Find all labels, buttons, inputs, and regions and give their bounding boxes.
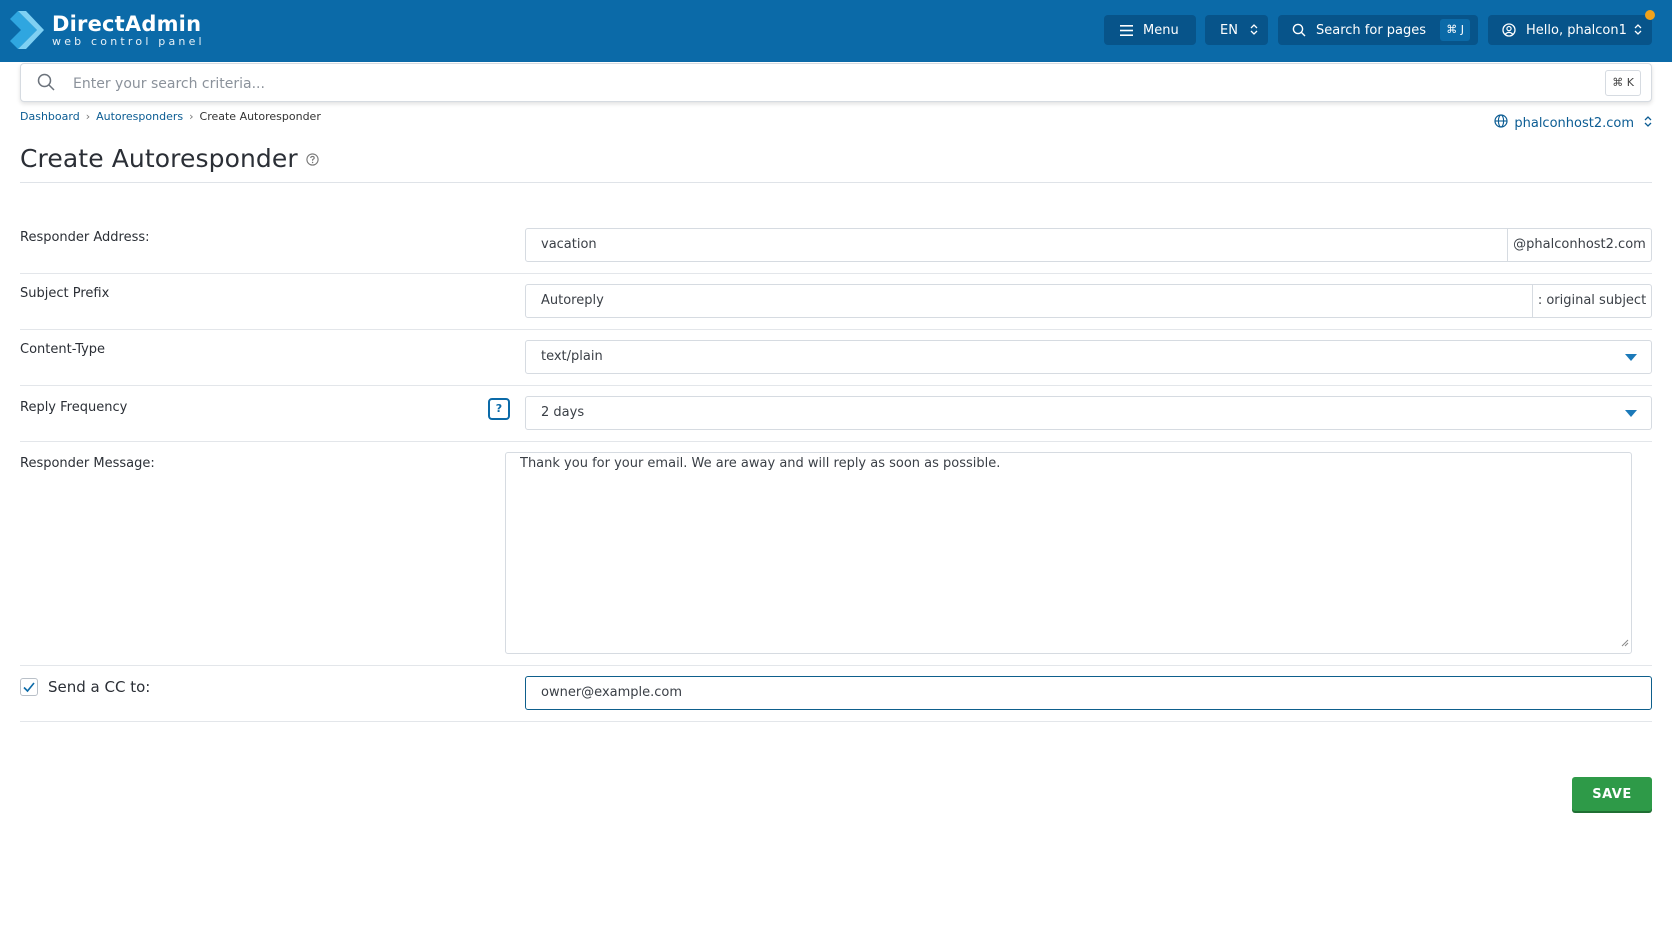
reply-frequency-help-icon[interactable]: ?	[488, 398, 510, 420]
chevron-right-icon: ›	[189, 110, 194, 123]
directadmin-logo[interactable]: DirectAdmin web control panel	[10, 8, 205, 52]
top-header: DirectAdmin web control panel Menu EN Se…	[0, 0, 1672, 62]
content-type-label: Content-Type	[20, 342, 106, 357]
menu-label: Menu	[1143, 22, 1179, 38]
global-search-bar: ⌘ K	[20, 63, 1652, 102]
chevron-up-down-icon	[1644, 115, 1652, 132]
title-divider	[20, 182, 1652, 183]
user-circle-icon	[1502, 23, 1516, 37]
chevron-up-down-icon	[1250, 23, 1258, 40]
content-type-select[interactable]: text/plain	[525, 340, 1652, 374]
globe-icon	[1494, 114, 1508, 132]
subject-prefix-field[interactable]	[525, 284, 1533, 318]
save-button[interactable]: SAVE	[1572, 777, 1652, 811]
search-pages-shortcut: ⌘ J	[1440, 19, 1470, 41]
menu-button[interactable]: Menu	[1104, 15, 1196, 45]
help-circle-icon[interactable]	[306, 151, 319, 170]
reply-frequency-label: Reply Frequency	[20, 400, 128, 415]
send-cc-field[interactable]	[525, 676, 1652, 710]
user-greeting: Hello, phalcon1	[1526, 22, 1627, 38]
subject-prefix-suffix: : original subject	[1532, 284, 1652, 318]
send-cc-label: Send a CC to:	[48, 678, 151, 696]
row-subject-prefix: Subject Prefix : original subject	[20, 274, 1652, 330]
responder-message-field[interactable]: Thank you for your email. We are away an…	[505, 452, 1632, 654]
row-content-type: Content-Type text/plain	[20, 330, 1652, 386]
breadcrumb: Dashboard › Autoresponders › Create Auto…	[20, 110, 321, 123]
logo-chevron-icon	[10, 11, 44, 49]
breadcrumb-autoresponders[interactable]: Autoresponders	[96, 110, 183, 123]
breadcrumb-current: Create Autoresponder	[199, 110, 321, 123]
domain-selector-value: phalconhost2.com	[1514, 115, 1634, 131]
row-responder-address: Responder Address: @phalconhost2.com	[20, 218, 1652, 274]
subject-prefix-input[interactable]	[541, 285, 1511, 317]
search-input[interactable]	[71, 70, 1515, 98]
responder-address-label: Responder Address:	[20, 230, 150, 245]
logo-title: DirectAdmin	[52, 11, 202, 36]
checkmark-icon	[23, 682, 35, 693]
language-label: EN	[1220, 22, 1238, 38]
search-shortcut: ⌘ K	[1605, 70, 1641, 96]
language-selector[interactable]: EN	[1205, 15, 1268, 45]
responder-address-domain-suffix: @phalconhost2.com	[1507, 228, 1652, 262]
search-icon	[37, 73, 55, 95]
responder-address-field[interactable]	[525, 228, 1508, 262]
chevron-up-down-icon	[1634, 23, 1642, 40]
search-pages-button[interactable]: Search for pages ⌘ J	[1278, 15, 1478, 45]
search-pages-label: Search for pages	[1316, 22, 1427, 38]
hamburger-icon	[1120, 24, 1133, 36]
caret-down-icon	[1625, 354, 1637, 361]
content-type-value: text/plain	[541, 349, 603, 364]
row-reply-frequency: Reply Frequency ? 2 days	[20, 386, 1652, 442]
chevron-right-icon: ›	[85, 110, 91, 123]
reply-frequency-value: 2 days	[541, 405, 585, 420]
domain-selector[interactable]: phalconhost2.com	[1494, 114, 1652, 132]
subject-prefix-label: Subject Prefix	[20, 286, 110, 301]
page-header: Create Autoresponder	[20, 144, 319, 173]
logo-subtitle: web control panel	[52, 34, 205, 48]
notification-dot[interactable]	[1645, 10, 1655, 20]
send-cc-checkbox[interactable]	[20, 678, 38, 696]
row-send-cc: Send a CC to:	[20, 666, 1652, 722]
breadcrumb-dashboard[interactable]: Dashboard	[20, 110, 80, 123]
resize-handle-icon[interactable]	[1621, 632, 1629, 651]
caret-down-icon	[1625, 410, 1637, 417]
send-cc-input[interactable]	[541, 677, 1631, 709]
search-icon	[1292, 23, 1306, 37]
user-menu-button[interactable]: Hello, phalcon1	[1488, 15, 1652, 45]
responder-address-input[interactable]	[541, 229, 1491, 261]
responder-message-label: Responder Message:	[20, 456, 155, 471]
reply-frequency-select[interactable]: 2 days	[525, 396, 1652, 430]
responder-message-textarea[interactable]: Thank you for your email. We are away an…	[520, 455, 1610, 645]
page-title: Create Autoresponder	[20, 144, 298, 173]
